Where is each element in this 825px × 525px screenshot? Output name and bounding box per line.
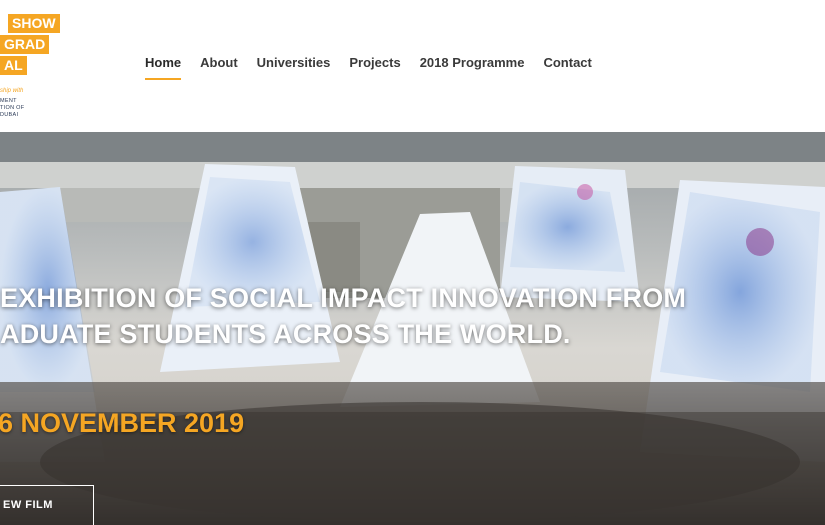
nav-about[interactable]: About (200, 55, 238, 80)
site-logo[interactable]: SHOW GRAD AL ship with MENT TION OF DUBA… (0, 14, 70, 124)
logo-partner-text: ship with (0, 88, 24, 94)
hero-headline-line: ADUATE STUDENTS ACROSS THE WORLD. (0, 319, 571, 349)
logo-word-grad: GRAD (0, 35, 50, 54)
nav-2018-programme[interactable]: 2018 Programme (420, 55, 525, 80)
nav-projects[interactable]: Projects (349, 55, 400, 80)
hero-headline: EXHIBITION OF SOCIAL IMPACT INNOVATION F… (0, 280, 686, 352)
logo-word-show: SHOW (8, 14, 60, 33)
nav-contact[interactable]: Contact (543, 55, 591, 80)
logo-gov-line: DUBAI (0, 112, 19, 118)
logo-gov-line: TION OF (0, 105, 25, 111)
logo-government-text: MENT TION OF DUBAI (0, 98, 24, 119)
logo-word-al: AL (0, 56, 27, 75)
main-nav: Home About Universities Projects 2018 Pr… (145, 55, 611, 80)
hero-date: 6 NOVEMBER 2019 (0, 408, 245, 438)
nav-home[interactable]: Home (145, 55, 182, 80)
view-film-button[interactable]: EW FILM (0, 485, 94, 525)
hero-headline-line: EXHIBITION OF SOCIAL IMPACT INNOVATION F… (0, 283, 687, 313)
logo-gov-line: MENT (0, 98, 17, 104)
hero-banner: EXHIBITION OF SOCIAL IMPACT INNOVATION F… (0, 132, 825, 525)
nav-universities[interactable]: Universities (257, 55, 331, 80)
site-header: SHOW GRAD AL ship with MENT TION OF DUBA… (0, 0, 825, 132)
